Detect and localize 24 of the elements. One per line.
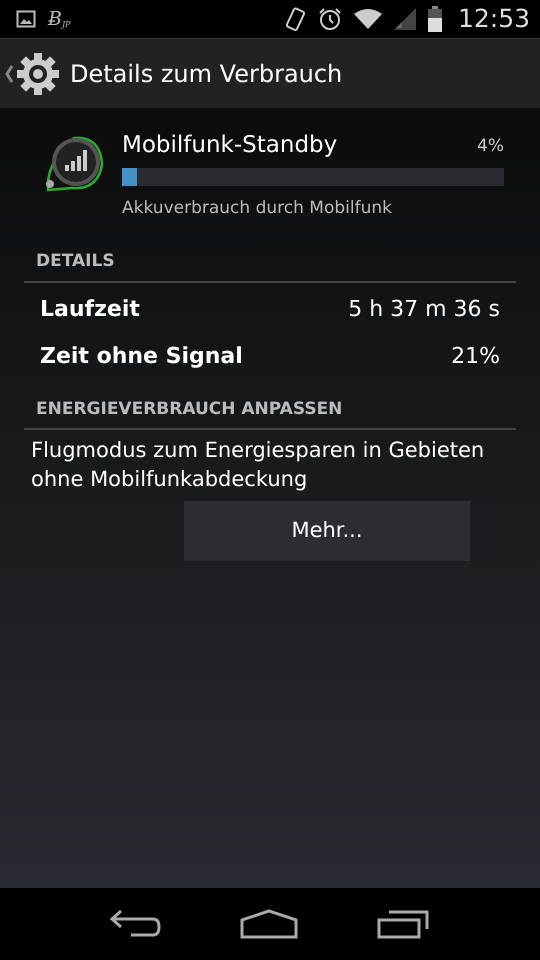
detail-label: Zeit ohne Signal — [40, 342, 243, 371]
battery-icon — [428, 6, 442, 32]
usage-percent: 4% — [477, 135, 504, 158]
detail-value: 5 h 37 m 36 s — [348, 296, 500, 324]
detail-value: 21% — [451, 342, 500, 371]
back-icon[interactable] — [109, 909, 162, 939]
info-text: Flugmodus zum Energiesparen in Gebieten ohne Mobilfunkabdeckung — [30, 437, 486, 494]
chevron-icon — [4, 64, 14, 84]
vibrate-icon — [284, 6, 306, 32]
notification-icon: Ƀ$_{JP}$ — [48, 10, 71, 28]
more-button[interactable]: Mehr... — [184, 500, 470, 561]
clock-text: 12:53 — [458, 3, 530, 36]
image-icon — [16, 10, 36, 28]
recent-apps-icon[interactable] — [376, 909, 431, 939]
wifi-icon — [354, 8, 382, 30]
section-header: DETAILS — [24, 229, 516, 283]
signal-icon — [394, 8, 416, 30]
app-name: Mobilfunk-Standby — [122, 132, 338, 160]
screen-title: Details zum Verbrauch — [70, 58, 342, 90]
home-icon[interactable] — [240, 909, 298, 939]
alarm-icon — [318, 7, 342, 31]
detail-label: Laufzeit — [40, 296, 140, 324]
section-header: ENERGIEVERBRAUCH ANPASSEN — [24, 376, 516, 430]
usage-description: Akkuverbrauch durch Mobilfunk — [122, 196, 393, 220]
